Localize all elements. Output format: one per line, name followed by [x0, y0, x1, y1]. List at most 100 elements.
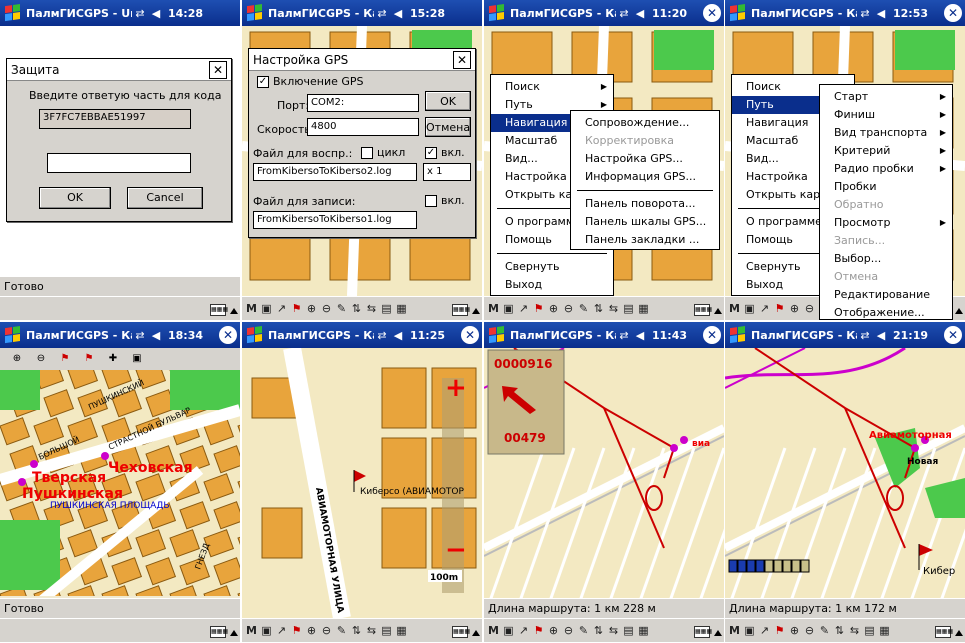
turn-panel-icon[interactable]: ⇅: [832, 624, 847, 637]
gps-icon[interactable]: ✚: [106, 352, 120, 366]
grid-icon[interactable]: ▦: [636, 302, 651, 315]
keyboard-icon[interactable]: ▦▦▦: [694, 626, 712, 638]
submenu-item-4[interactable]: Панель поворота...: [571, 195, 719, 213]
keyboard-icon[interactable]: ▦▦▦: [210, 626, 228, 638]
submenu-item-0[interactable]: Сопровождение...: [571, 114, 719, 132]
zoom-in-icon[interactable]: ⊕: [304, 302, 319, 315]
navigation-icon[interactable]: ⇆: [847, 624, 862, 637]
flag-icon[interactable]: ⚑: [289, 302, 304, 315]
connectivity-icon[interactable]: ⇄: [132, 7, 148, 20]
flag-end-icon[interactable]: ⚑: [82, 352, 96, 366]
submenu-item-8[interactable]: Запись...: [820, 232, 952, 250]
submenu-item-5[interactable]: Пробки: [820, 178, 952, 196]
grid-icon[interactable]: ▦: [877, 624, 892, 637]
keyboard-icon[interactable]: ▦▦▦: [694, 304, 712, 316]
record-file-select[interactable]: FromKibersoToKiberso1.log: [253, 211, 417, 229]
submenu-item-2[interactable]: Настройка GPS...: [571, 150, 719, 168]
sip-arrow-icon[interactable]: [472, 308, 480, 314]
map-canvas[interactable]: 0000916 00479 виа: [484, 348, 724, 598]
start-button[interactable]: [242, 322, 268, 348]
sip-arrow-icon[interactable]: [955, 630, 963, 636]
flag-icon[interactable]: ⚑: [289, 624, 304, 637]
start-button[interactable]: [484, 322, 510, 348]
submenu-item-1[interactable]: Финиш ▶: [820, 106, 952, 124]
start-button[interactable]: [484, 0, 510, 26]
info-icon[interactable]: ▤: [621, 302, 636, 315]
zoom-out-icon[interactable]: ⊖: [802, 302, 817, 315]
navigation-icon[interactable]: ⇆: [364, 302, 379, 315]
submenu-item-1[interactable]: Корректировка: [571, 132, 719, 150]
cancel-button[interactable]: Отмена: [425, 117, 471, 137]
submenu-item-3[interactable]: Информация GPS...: [571, 168, 719, 186]
flag-icon[interactable]: ⚑: [531, 302, 546, 315]
menu-item-10[interactable]: Выход: [491, 276, 613, 294]
zoom-out-icon[interactable]: ⊖: [561, 302, 576, 315]
volume-icon[interactable]: ◀: [873, 7, 889, 20]
connectivity-icon[interactable]: ⇄: [374, 329, 390, 342]
zoom-in-icon[interactable]: ⊕: [546, 302, 561, 315]
menu-button[interactable]: M: [486, 302, 501, 315]
gps-icon[interactable]: ✎: [817, 624, 832, 637]
cancel-button[interactable]: Cancel: [127, 187, 203, 209]
map-view[interactable]: 0000916 00479 виа: [484, 348, 724, 598]
gps-icon[interactable]: ✎: [576, 624, 591, 637]
clock-time[interactable]: 14:28: [168, 7, 203, 20]
keyboard-icon[interactable]: ▦▦▦: [452, 626, 470, 638]
zoom-out-icon[interactable]: ⊖: [319, 624, 334, 637]
flag-icon[interactable]: ⚑: [531, 624, 546, 637]
sip-arrow-icon[interactable]: [230, 308, 238, 314]
menu-button[interactable]: M: [727, 624, 742, 637]
map-canvas[interactable]: ЧеховскаяТверскаяПушкинскаяПУШКИНСКАЯ ПЛ…: [0, 370, 240, 596]
volume-icon[interactable]: ◀: [390, 329, 406, 342]
clock-time[interactable]: 11:25: [410, 329, 445, 342]
play-enable-checkbox[interactable]: ✓: [425, 147, 437, 159]
flag-icon[interactable]: ⚑: [772, 624, 787, 637]
volume-icon[interactable]: ◀: [390, 7, 406, 20]
route-icon[interactable]: ↗: [516, 624, 531, 637]
map-view[interactable]: + − Киберсо (АВИАМОТОР АВИАМОТОРНАЯ УЛИЦА 10…: [242, 348, 482, 618]
volume-icon[interactable]: ◀: [632, 7, 648, 20]
clock-time[interactable]: 12:53: [893, 7, 928, 20]
start-button[interactable]: [725, 0, 751, 26]
submenu-item-3[interactable]: Критерий ▶: [820, 142, 952, 160]
flag-icon[interactable]: ⚑: [772, 302, 787, 315]
keyboard-icon[interactable]: ▦▦▦: [452, 304, 470, 316]
menu-button[interactable]: M: [244, 302, 259, 315]
gps-icon[interactable]: ✎: [576, 302, 591, 315]
close-icon[interactable]: ✕: [219, 326, 237, 344]
navigation-icon[interactable]: ⇆: [606, 624, 621, 637]
submenu-item-11[interactable]: Редактирование: [820, 286, 952, 304]
select-tool-icon[interactable]: ▣: [501, 624, 516, 637]
layers-icon[interactable]: ▣: [130, 352, 144, 366]
clock-time[interactable]: 21:19: [893, 329, 928, 342]
zoom-in-icon[interactable]: ⊕: [10, 352, 24, 366]
select-tool-icon[interactable]: ▣: [742, 624, 757, 637]
route-icon[interactable]: ↗: [757, 302, 772, 315]
submenu-item-7[interactable]: Просмотр ▶: [820, 214, 952, 232]
gps-enable-checkbox[interactable]: ✓: [257, 76, 269, 88]
ok-button[interactable]: OK: [425, 91, 471, 111]
route-icon[interactable]: ↗: [757, 624, 772, 637]
play-file-select[interactable]: FromKibersoToKiberso2.log: [253, 163, 417, 181]
map-canvas[interactable]: +−Киберсо (АВИАМОТОРАВИАМОТОРНАЯ УЛИЦА 10…: [242, 348, 482, 618]
zoom-out-icon[interactable]: ⊖: [802, 624, 817, 637]
gps-icon[interactable]: ✎: [334, 302, 349, 315]
close-icon[interactable]: ✕: [944, 326, 962, 344]
route-icon[interactable]: ↗: [516, 302, 531, 315]
info-icon[interactable]: ▤: [379, 624, 394, 637]
answer-input[interactable]: [47, 153, 191, 173]
close-icon[interactable]: ✕: [209, 60, 227, 79]
volume-icon[interactable]: ◀: [148, 7, 164, 20]
sip-arrow-icon[interactable]: [230, 630, 238, 636]
menu-button[interactable]: M: [244, 624, 259, 637]
submenu-item-0[interactable]: Старт ▶: [820, 88, 952, 106]
keyboard-icon[interactable]: ▦▦▦: [935, 626, 953, 638]
grid-icon[interactable]: ▦: [636, 624, 651, 637]
select-tool-icon[interactable]: ▣: [259, 624, 274, 637]
connectivity-icon[interactable]: ⇄: [857, 7, 873, 20]
submenu-item-5[interactable]: Панель шкалы GPS...: [571, 213, 719, 231]
turn-panel-icon[interactable]: ⇅: [349, 624, 364, 637]
submenu-item-6[interactable]: Обратно: [820, 196, 952, 214]
ok-button[interactable]: OK: [39, 187, 111, 209]
connectivity-icon[interactable]: ⇄: [616, 329, 632, 342]
